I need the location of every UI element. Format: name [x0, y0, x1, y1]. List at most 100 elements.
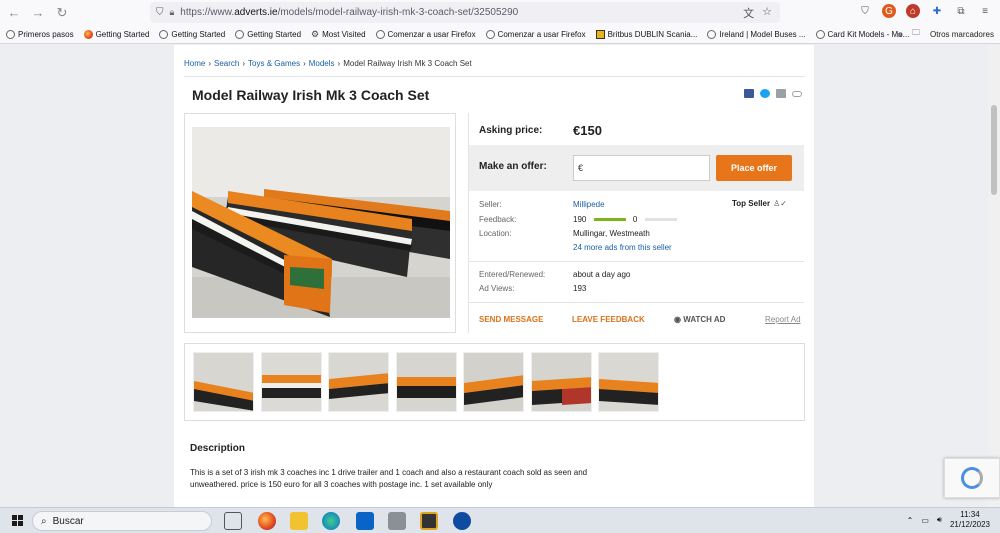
clock-date: 21/12/2023 — [949, 520, 990, 529]
outlook-icon[interactable] — [356, 512, 374, 530]
other-bookmarks[interactable]: » 🗀︎ Otros marcadores — [898, 27, 994, 41]
breadcrumb-separator: › — [242, 59, 246, 68]
bookmark-item[interactable]: Card Kit Models - Mo... — [815, 29, 909, 39]
more-ads-link[interactable]: 24 more ads from this seller — [573, 243, 672, 252]
chevron-right-icon[interactable]: » — [898, 30, 902, 39]
feedback-negative: 0 — [632, 215, 638, 224]
breadcrumb-item[interactable]: Models — [309, 59, 335, 68]
extensions-puzzle-icon[interactable]: ⧉ — [954, 4, 968, 18]
globe-icon — [6, 29, 15, 39]
feedback-positive-bar — [593, 218, 626, 222]
bookmark-item[interactable]: ⚙ Most Visited — [311, 29, 366, 40]
bookmark-label: Most Visited — [322, 29, 366, 39]
ad-content: Home › Search › Toys & Games › Models › Model Ra… — [174, 45, 814, 507]
bookmark-item[interactable]: Getting Started — [159, 29, 226, 39]
extension-badge-icon[interactable]: ⌂ — [906, 4, 920, 18]
globe-icon — [707, 29, 717, 39]
recaptcha-badge[interactable] — [944, 458, 1000, 498]
asking-price-label: Asking price: — [479, 124, 543, 136]
windows-start-icon[interactable] — [12, 515, 23, 526]
leave-feedback-button[interactable]: LEAVE FEEDBACK — [572, 315, 645, 324]
recaptcha-icon — [961, 467, 983, 489]
bookmark-label: Britbus DUBLIN Scania... — [607, 29, 698, 39]
seller-name-link[interactable]: Millipede — [573, 200, 605, 209]
offer-label: Make an offer: — [479, 161, 547, 172]
entered-label: Entered/Renewed: — [479, 270, 546, 279]
thumbnail[interactable] — [261, 352, 322, 412]
bookmark-label: Primeros pasos — [18, 29, 74, 39]
printer-app-icon[interactable] — [388, 512, 406, 530]
thumbnail[interactable] — [531, 352, 592, 412]
url-text[interactable]: https://www.adverts.ie/models/model-rail… — [180, 7, 518, 18]
page-scrollbar[interactable] — [988, 45, 1000, 507]
offer-row: Make an offer: € Place offer — [468, 145, 804, 191]
bookmark-item[interactable]: Ireland | Model Buses ... — [707, 29, 806, 39]
globe-icon — [815, 29, 825, 39]
chevron-up-icon[interactable]: ⌃ — [907, 516, 914, 525]
breadcrumb-item[interactable]: Search — [214, 59, 239, 68]
bookmark-star-icon[interactable]: ☆ — [762, 5, 772, 21]
feedback-negative-bar — [644, 218, 677, 222]
email-icon[interactable] — [776, 89, 786, 98]
teamviewer-icon[interactable] — [453, 512, 471, 530]
firefox-icon — [83, 29, 93, 39]
task-view-icon[interactable] — [224, 512, 242, 530]
gear-icon: ⚙ — [311, 28, 320, 39]
bookmark-item[interactable]: Comenzar a usar Firefox — [485, 29, 586, 39]
entered-value: about a day ago — [573, 270, 631, 279]
network-icon[interactable]: ▭ — [921, 516, 929, 525]
asking-price: €150 — [573, 122, 602, 138]
breadcrumb-item[interactable]: Toys & Games — [248, 59, 300, 68]
breadcrumb-item: Model Railway Irish Mk 3 Coach Set — [343, 59, 472, 68]
twitter-icon[interactable] — [760, 89, 770, 98]
bookmark-item[interactable]: Getting Started — [235, 29, 301, 39]
report-ad-link[interactable]: Report Ad — [765, 315, 801, 324]
forward-icon[interactable]: → — [28, 3, 48, 23]
bookmark-item[interactable]: Britbus DUBLIN Scania... — [595, 29, 698, 39]
file-explorer-icon[interactable] — [290, 512, 308, 530]
breadcrumb-separator: › — [337, 59, 341, 68]
back-icon[interactable]: ← — [4, 3, 24, 23]
views-value: 193 — [573, 284, 587, 293]
bookmark-item[interactable]: Getting Started — [83, 29, 149, 39]
menu-icon[interactable]: ≡ — [978, 4, 992, 18]
clock-time: 11:34 — [960, 510, 980, 519]
send-message-button[interactable]: SEND MESSAGE — [479, 315, 543, 324]
link-icon[interactable] — [792, 91, 802, 97]
pocket-icon[interactable]: ⛉ — [858, 4, 872, 18]
scrollbar-thumb[interactable] — [991, 105, 997, 195]
thumbnail[interactable] — [328, 352, 389, 412]
thumbnail[interactable] — [396, 352, 457, 412]
thumbnail[interactable] — [598, 352, 659, 412]
extension-g-icon[interactable]: G — [882, 4, 896, 18]
location-value: Mullingar, Westmeath — [573, 229, 650, 238]
taskbar-search[interactable]: ⌕ Buscar — [32, 511, 212, 531]
edge-icon[interactable] — [322, 512, 340, 530]
address-bar[interactable]: ⛉ 🔒︎ https://www.adverts.ie/models/model… — [150, 2, 780, 23]
feedback-positive: 190 — [573, 215, 587, 224]
breadcrumb: Home › Search › Toys & Games › Models › Model Ra… — [184, 59, 472, 68]
main-photo[interactable] — [192, 127, 450, 318]
bookmark-label: Getting Started — [171, 29, 226, 39]
bookmark-label: Comenzar a usar Firefox — [497, 29, 586, 39]
clock[interactable]: 11:34 21/12/2023 — [950, 510, 990, 530]
bookmark-item[interactable]: Comenzar a usar Firefox — [375, 29, 476, 39]
bookmark-item[interactable]: Primeros pasos — [6, 29, 74, 39]
facebook-icon[interactable] — [744, 89, 754, 98]
thumbnail[interactable] — [193, 352, 254, 412]
volume-icon[interactable]: 🔊︎ — [937, 515, 942, 525]
folder-icon: 🗀︎ — [911, 28, 920, 37]
watch-ad-button[interactable]: ◉ WATCH AD — [674, 315, 725, 324]
thumbnail[interactable] — [463, 352, 524, 412]
breadcrumb-item[interactable]: Home — [184, 59, 205, 68]
translate-icon[interactable]: 文 — [743, 5, 754, 21]
globe-icon — [159, 29, 169, 39]
firefox-taskbar-icon[interactable] — [258, 512, 276, 530]
thumbnail-strip — [184, 343, 805, 421]
eye-icon: ◉ — [674, 314, 684, 324]
extension-puzzle-blue-icon[interactable]: ✚ — [930, 4, 944, 18]
offer-input[interactable]: € — [573, 155, 710, 181]
place-offer-button[interactable]: Place offer — [716, 155, 792, 181]
reload-icon[interactable]: ↻ — [52, 3, 72, 23]
app-icon[interactable] — [420, 512, 438, 530]
